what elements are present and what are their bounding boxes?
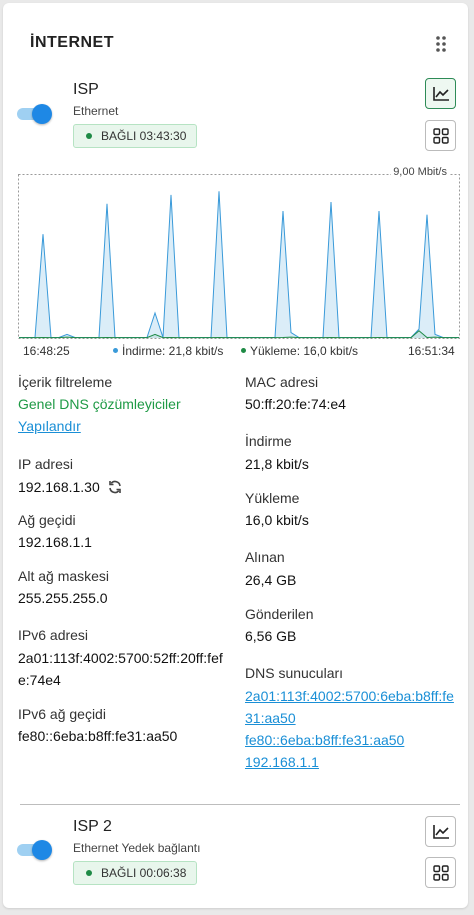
isp1-details-button[interactable] [425,120,456,151]
legend-upload-text: Yükleme: 16,0 kbit/s [250,344,359,358]
legend-upload: Yükleme: 16,0 kbit/s [241,344,358,358]
isp1-name: ISP [73,81,99,98]
toggle-knob [32,840,52,860]
grid-icon [432,864,449,881]
line-chart-icon [432,86,449,101]
ipv6-address-label: IPv6 adresi [18,627,89,643]
configure-link[interactable]: Yapılandır [18,418,81,434]
isp1-subtitle: Ethernet [73,104,119,118]
download-series-area [19,191,459,338]
isp1-status-badge: BAĞLI 03:43:30 [73,124,198,148]
mac-address-value: 50:ff:20:fe:74:e4 [245,396,346,412]
sent-value: 6,56 GB [245,628,297,644]
legend-download-text: İndirme: 21,8 kbit/s [122,344,224,358]
upload-label: Yükleme [245,490,300,506]
sent-label: Gönderilen [245,606,314,622]
upload-dot-icon [241,348,246,354]
ipv6-gateway-label: IPv6 ağ geçidi [18,706,106,722]
ipv6-address-value-line2: e:74e4 [18,672,61,688]
chart-end-time: 16:51:34 [408,344,455,358]
dns-servers-label: DNS sunucuları [245,665,344,681]
ipv6-gateway-value: fe80::6eba:b8ff:fe31:aa50 [18,728,178,744]
toggle-knob [32,104,52,124]
isp2-status-badge: BAĞLI 00:06:38 [73,861,198,885]
ipv6-address-value-line1: 2a01:113f:4002:5700:52ff:20ff:fef [18,650,223,666]
download-label: İndirme [245,433,292,449]
content-filter-label: İçerik filtreleme [18,374,113,390]
grid-icon [432,127,449,144]
isp1-graph-button[interactable] [425,78,456,109]
isp2-name: ISP 2 [73,818,112,835]
received-value: 26,4 GB [245,572,297,588]
drag-handle-icon[interactable] [435,35,447,53]
dns-server-link-1a[interactable]: 2a01:113f:4002:5700:6eba:b8ff:fe [245,688,454,704]
subnet-mask-value: 255.255.255.0 [18,590,108,606]
isp2-subtitle: Ethernet Yedek bağlantı [73,841,201,855]
dns-server-link-1b[interactable]: 31:aa50 [245,710,296,726]
subnet-mask-label: Alt ağ maskesi [18,568,110,584]
download-dot-icon [113,348,118,354]
chart-max-label: 9,00 Mbit/s [391,166,449,178]
isp2-graph-button[interactable] [425,816,456,847]
dns-server-link-3[interactable]: 192.168.1.1 [245,754,319,770]
upload-series-area [19,330,459,338]
status-dot-icon [86,869,92,876]
received-label: Alınan [245,549,285,565]
content-filter-value: Genel DNS çözümleyiciler [18,396,181,412]
internet-card: İNTERNET ISP Ethernet BAĞLI 03:43:30 9,0… [3,3,468,908]
section-divider [20,804,460,805]
line-chart-icon [432,824,449,839]
ip-address-value: 192.168.1.30 [18,479,100,495]
isp1-status-text: BAĞLI 03:43:30 [101,129,187,143]
traffic-chart [18,174,460,339]
gateway-value: 192.168.1.1 [18,534,92,550]
gateway-label: Ağ geçidi [18,512,76,528]
card-title: İNTERNET [30,34,114,51]
ip-address-label: IP adresi [18,456,73,472]
isp2-details-button[interactable] [425,857,456,888]
status-dot-icon [86,132,92,139]
dns-server-link-2[interactable]: fe80::6eba:b8ff:fe31:aa50 [245,732,404,748]
upload-series-line [19,330,459,339]
chart-frame [18,174,460,339]
upload-value: 16,0 kbit/s [245,512,309,528]
isp2-toggle[interactable] [17,840,52,860]
chart-start-time: 16:48:25 [23,344,70,358]
download-series-line [19,191,459,338]
isp2-status-text: BAĞLI 00:06:38 [101,866,187,880]
download-value: 21,8 kbit/s [245,456,309,472]
legend-download: İndirme: 21,8 kbit/s [113,344,223,358]
refresh-icon[interactable] [107,479,123,495]
mac-address-label: MAC adresi [245,374,319,390]
isp1-toggle[interactable] [17,104,52,124]
